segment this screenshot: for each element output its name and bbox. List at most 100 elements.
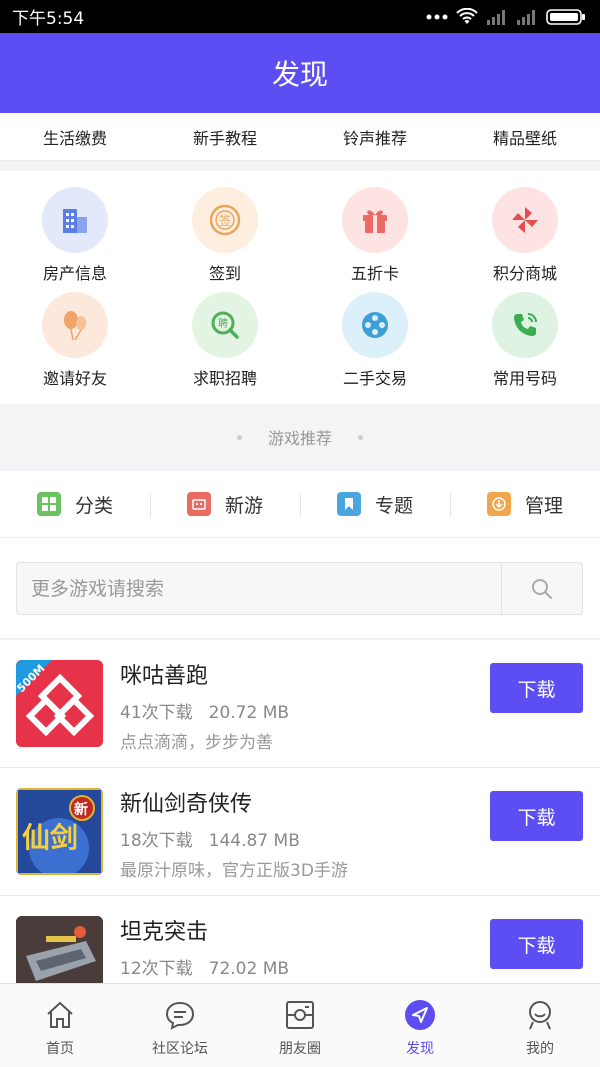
nav-moments[interactable]: 朋友圈 (240, 984, 360, 1067)
service-label: 二手交易 (342, 369, 407, 388)
service-grid: 房产信息 签 签到 五折卡 积分商城 邀请好友 聘 求职招聘 二手交易 常用号码 (0, 171, 600, 404)
tab-label: 新游 (224, 494, 263, 517)
game-thumbnail: 仙剑 新 (16, 788, 103, 875)
game-description: 最原汁原味，官方正版3D手游 (120, 861, 348, 881)
film-reel-icon (342, 292, 408, 358)
service-phone-numbers[interactable]: 常用号码 (450, 292, 600, 397)
tab-new-games[interactable]: 新游 (150, 491, 300, 518)
moments-icon (283, 998, 317, 1032)
service-invite-friends[interactable]: 邀请好友 (0, 292, 150, 397)
service-points-mall[interactable]: 积分商城 (450, 187, 600, 292)
pinwheel-icon (492, 187, 558, 253)
game-section-header: 游戏推荐 (0, 404, 600, 470)
download-manage-icon (486, 492, 511, 516)
nav-profile[interactable]: 我的 (480, 984, 600, 1067)
tab-categories[interactable]: 分类 (0, 491, 150, 518)
tab-topics[interactable]: 专题 (300, 491, 450, 518)
download-count: 41次下载 (120, 703, 193, 723)
tab-label: 管理 (524, 494, 563, 517)
app-header: 发现 (0, 33, 600, 113)
service-label: 房产信息 (42, 264, 107, 283)
game-tabs: 分类 新游 专题 管理 (0, 471, 600, 538)
quick-link-tutorial[interactable]: 新手教程 (150, 125, 300, 149)
building-icon (42, 187, 108, 253)
game-meta: 18次下载 144.87 MB (120, 826, 300, 851)
search-input[interactable] (17, 563, 501, 614)
tab-manage[interactable]: 管理 (450, 491, 600, 518)
game-meta: 41次下载 20.72 MB (120, 698, 289, 723)
tab-label: 分类 (74, 494, 113, 517)
service-label: 常用号码 (492, 369, 557, 388)
nav-home[interactable]: 首页 (0, 984, 120, 1067)
search-button[interactable] (501, 563, 582, 614)
list-item[interactable]: 500M 咪咕善跑 41次下载 20.72 MB 点点滴滴，步步为善 下载 (0, 640, 600, 768)
quick-links: 生活缴费 新手教程 铃声推荐 精品壁纸 (0, 113, 600, 161)
quick-link-wallpapers[interactable]: 精品壁纸 (450, 125, 600, 149)
download-count: 12次下载 (120, 959, 193, 979)
service-label: 五折卡 (350, 264, 399, 283)
quick-link-ringtones[interactable]: 铃声推荐 (300, 125, 450, 149)
service-secondhand[interactable]: 二手交易 (300, 292, 450, 397)
thumb-title: 仙剑 (22, 821, 79, 854)
download-button[interactable]: 下载 (490, 791, 583, 841)
more-dots-icon (426, 14, 448, 19)
game-name: 新仙剑奇侠传 (120, 792, 253, 817)
signal-icon (487, 9, 505, 25)
search-area (0, 538, 600, 639)
file-size: 72.02 MB (208, 959, 290, 979)
download-button[interactable]: 下载 (490, 919, 583, 969)
service-label: 签到 (208, 264, 241, 283)
download-count: 18次下载 (120, 831, 193, 851)
list-item[interactable]: 仙剑 新 新仙剑奇侠传 18次下载 144.87 MB 最原汁原味，官方正版3D手… (0, 768, 600, 896)
service-label: 积分商城 (492, 264, 557, 283)
service-label: 求职招聘 (192, 369, 257, 388)
status-time: 下午5:54 (12, 9, 85, 29)
category-grid-icon (36, 492, 61, 516)
download-button[interactable]: 下载 (490, 663, 583, 713)
service-discount-card[interactable]: 五折卡 (300, 187, 450, 292)
game-meta: 12次下载 72.02 MB (120, 954, 289, 979)
svg-text:聘: 聘 (218, 317, 228, 330)
search-box (16, 562, 583, 615)
page-title: 发现 (271, 58, 328, 91)
service-jobs[interactable]: 聘 求职招聘 (150, 292, 300, 397)
nav-label: 朋友圈 (279, 1041, 321, 1057)
nav-label: 首页 (46, 1041, 74, 1057)
new-game-icon (186, 492, 211, 516)
game-thumbnail (16, 916, 103, 983)
game-thumbnail: 500M (16, 660, 103, 747)
phone-icon (492, 292, 558, 358)
search-icon (532, 578, 552, 599)
game-name: 坦克突击 (120, 920, 209, 945)
service-checkin[interactable]: 签 签到 (150, 187, 300, 292)
nav-discover[interactable]: 发现 (360, 984, 480, 1067)
quick-link-bill-pay[interactable]: 生活缴费 (0, 125, 150, 149)
battery-icon (546, 8, 585, 25)
status-icons (426, 7, 586, 26)
profile-icon (523, 998, 557, 1032)
game-list: 500M 咪咕善跑 41次下载 20.72 MB 点点滴滴，步步为善 下载 仙剑 … (0, 640, 600, 983)
nav-label: 我的 (526, 1041, 554, 1057)
tab-label: 专题 (374, 494, 413, 517)
nav-forum[interactable]: 社区论坛 (120, 984, 240, 1067)
list-item[interactable]: 坦克突击 12次下载 72.02 MB 下载 (0, 896, 600, 983)
nav-label: 社区论坛 (152, 1041, 208, 1057)
game-name: 咪咕善跑 (120, 664, 209, 689)
thumb-badge: 新 (74, 802, 88, 818)
service-real-estate[interactable]: 房产信息 (0, 187, 150, 292)
wifi-icon (456, 7, 478, 24)
nav-label: 发现 (406, 1041, 434, 1057)
status-bar: 下午5:54 (0, 0, 600, 33)
job-search-icon: 聘 (192, 292, 258, 358)
chat-bubble-icon (163, 998, 197, 1032)
bottom-nav: 首页 社区论坛 朋友圈 发现 我的 (0, 983, 600, 1067)
gift-icon (342, 187, 408, 253)
game-description: 点点滴滴，步步为善 (120, 733, 273, 753)
discover-compass-icon (403, 998, 437, 1032)
bookmark-icon (336, 492, 361, 516)
divider-dot (236, 434, 242, 440)
file-size: 20.72 MB (208, 703, 290, 723)
signal-icon (517, 9, 535, 25)
divider-dot (358, 434, 363, 440)
svg-text:签: 签 (219, 213, 231, 228)
